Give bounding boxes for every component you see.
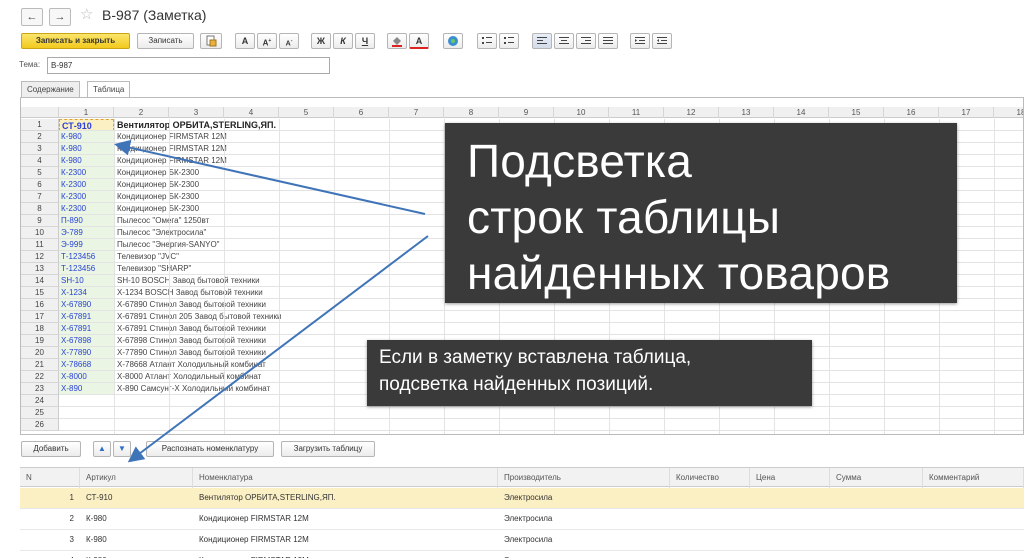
callout-note: Если в заметку вставлена таблица, подсве… [367,340,812,406]
note-window: ← → ☆ В-987 (Заметка) Записать и закрыть… [0,0,1024,558]
callout-note-line-1: Если в заметку вставлена таблица, [379,347,692,368]
callout-note-line-2: подсветка найденных позиций. [379,374,654,395]
callout-main-line-3: найденных товаров [467,247,891,299]
callout-main-line-2: строк таблицы [467,191,781,243]
callout-main: Подсветка строк таблицы найденных товаро… [445,123,957,303]
arrow-to-sheet-row [114,139,426,215]
callout-main-line-1: Подсветка [467,135,693,187]
